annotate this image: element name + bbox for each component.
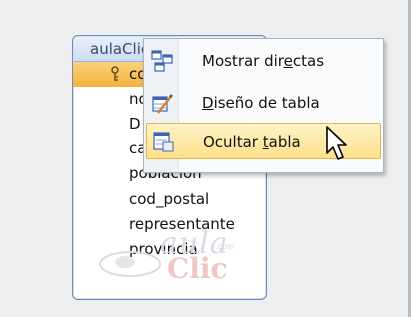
menu-item-label: Diseño de tabla: [202, 94, 320, 112]
primary-key-icon: [111, 66, 119, 81]
table-title: aulaClic: [90, 40, 150, 58]
show-direct-icon: [151, 50, 173, 72]
field-row-cod-postal[interactable]: cod_postal: [73, 187, 268, 212]
menu-item-label: Mostrar directas: [202, 52, 325, 70]
field-row-provincia[interactable]: provincia: [73, 237, 268, 262]
hide-table-icon: [153, 132, 174, 152]
field-row-representante[interactable]: representante: [73, 212, 268, 237]
table-design-icon: [152, 94, 173, 114]
field-name: provincia: [129, 240, 198, 258]
mouse-pointer-icon: [326, 126, 347, 160]
menu-item-diseno-de-tabla[interactable]: Diseño de tabla: [146, 85, 381, 121]
menu-item-mostrar-directas[interactable]: Mostrar directas: [146, 43, 381, 79]
field-name: cod_postal: [129, 190, 210, 208]
field-name: D: [129, 115, 141, 133]
menu-item-label: Ocultar tabla: [203, 133, 301, 151]
field-name: representante: [129, 215, 235, 233]
